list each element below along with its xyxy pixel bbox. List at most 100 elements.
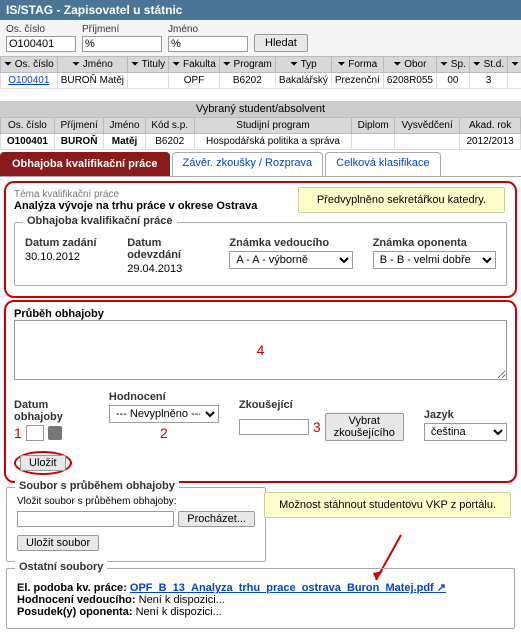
- ulozit-button[interactable]: Uložit: [20, 455, 66, 471]
- vybrat-zkousejiciho-button[interactable]: Vybrat zkoušejícího: [325, 413, 404, 441]
- fieldset-obhajoba: Obhajoba kvalifikační práce Datum zadání…: [14, 222, 507, 286]
- hodnoceni-select[interactable]: --- Nevyplněno ---: [109, 405, 219, 423]
- legend-obhajoba: Obhajoba kvalifikační práce: [23, 215, 177, 227]
- annotation-num-4: 4: [257, 342, 265, 358]
- tab-obhajoba[interactable]: Obhajoba kvalifikační práce: [0, 152, 170, 176]
- fieldset-ostatni: Ostatní soubory El. podoba kv. práce: OP…: [6, 568, 515, 629]
- cell-obor: 6208R055: [383, 73, 436, 89]
- annotation-num-1: 1: [14, 425, 22, 441]
- fieldset-soubor: Soubor s průběhem obhajoby Vložit soubor…: [6, 487, 266, 562]
- sel-col-os: Os. číslo: [1, 118, 55, 134]
- znamka-oponenta-label: Známka oponenta: [373, 237, 496, 249]
- datum-zadani-value: 30.10.2012: [25, 251, 107, 263]
- hodnoceni-ved-label: Hodnocení vedoucího:: [17, 594, 136, 606]
- ulozit-soubor-button[interactable]: Uložit soubor: [17, 535, 99, 551]
- sel-col-diplom: Diplom: [352, 118, 395, 134]
- fieldset-prubeh: Průběh obhajoby 4 Datum obhajoby 1 Hodno…: [14, 308, 507, 475]
- external-link-icon: ↗: [437, 582, 446, 594]
- jazyk-label: Jazyk: [424, 409, 507, 421]
- datum-obhajoby-input[interactable]: [26, 425, 44, 441]
- posudek-value: Není k dispozici...: [136, 606, 222, 618]
- soubor-hint: Vložit soubor s průběhem obhajoby:: [17, 496, 255, 507]
- sel-vysved: [394, 134, 459, 150]
- sel-col-vysved: Vysvědčení: [394, 118, 459, 134]
- prijmeni-input[interactable]: [82, 36, 162, 52]
- annotation-box-1: Téma kvalifikační práce Analýza vývoje n…: [4, 181, 517, 298]
- callout-vkp: Možnost stáhnout studentovu VKP z portál…: [264, 492, 511, 518]
- jazyk-select[interactable]: čeština: [424, 423, 507, 441]
- col-tituly[interactable]: ⏷ Tituly: [128, 57, 169, 73]
- znamka-oponenta-select[interactable]: B - B - velmi dobře: [373, 251, 496, 269]
- selected-table: Os. číslo Příjmení Jméno Kód s.p. Studij…: [0, 117, 521, 150]
- cell-typ: Bakalářský: [275, 73, 331, 89]
- search-button[interactable]: Hledat: [254, 34, 308, 52]
- annotation-num-3: 3: [313, 419, 321, 435]
- legend-ostatni: Ostatní soubory: [15, 561, 107, 573]
- cell-fakulta: OPF: [169, 73, 220, 89]
- sel-jmeno: Matěj: [104, 134, 145, 150]
- col-zkrob[interactable]: ⏷ Zkr.ob.: [508, 57, 521, 73]
- sel-diplom: [352, 134, 395, 150]
- callout-predvyplneno: Předvyplněno sekretářkou katedry.: [298, 187, 505, 213]
- cell-std: 3: [469, 73, 507, 89]
- datum-odevzdani-value: 29.04.2013: [127, 263, 209, 275]
- hodnoceni-label: Hodnocení: [109, 391, 219, 403]
- search-bar: Os. číslo Příjmení Jméno Hledat: [0, 20, 521, 56]
- calendar-icon[interactable]: [48, 426, 62, 440]
- table-row[interactable]: O100401 BUROŇ Matěj OPF B6202 Bakalářský…: [1, 73, 521, 89]
- col-os-cislo[interactable]: ⏷ Os. číslo: [1, 57, 58, 73]
- zkousejici-input[interactable]: [239, 419, 309, 435]
- znamka-vedouciho-label: Známka vedoucího: [229, 237, 352, 249]
- el-podoba-label: El. podoba kv. práce:: [17, 582, 127, 594]
- el-podoba-link[interactable]: OPF_B_13_Analyza_trhu_prace_ostrava_Buro…: [130, 582, 446, 594]
- os-cislo-link[interactable]: O100401: [8, 75, 49, 86]
- sel-col-jmeno: Jméno: [104, 118, 145, 134]
- cell-program: B6202: [219, 73, 275, 89]
- os-cislo-label: Os. číslo: [6, 24, 76, 35]
- jmeno-label: Jméno: [168, 24, 248, 35]
- cell-tituly: [128, 73, 169, 89]
- sel-col-prijmeni: Příjmení: [54, 118, 103, 134]
- soubor-path-input[interactable]: [17, 511, 174, 527]
- datum-obhajoby-label: Datum obhajoby: [14, 399, 89, 423]
- col-jmeno[interactable]: ⏷ Jméno: [57, 57, 127, 73]
- prubeh-legend: Průběh obhajoby: [14, 308, 104, 320]
- table-row: O100401 BUROŇ Matěj B6202 Hospodářská po…: [1, 134, 521, 150]
- znamka-vedouciho-select[interactable]: A - A - výborně: [229, 251, 352, 269]
- col-typ[interactable]: ⏷ Typ: [275, 57, 331, 73]
- col-obor[interactable]: ⏷ Obor: [383, 57, 436, 73]
- annotation-save-circle: Uložit: [14, 451, 72, 475]
- tab-klasifikace[interactable]: Celková klasifikace: [325, 152, 441, 176]
- annotation-box-2: Průběh obhajoby 4 Datum obhajoby 1 Hodno…: [4, 300, 517, 483]
- window-title: IS/STAG - Zapisovatel u státnic: [0, 0, 521, 20]
- sel-program: Hospodářská politika a správa: [194, 134, 352, 150]
- hodnoceni-ved-value: Není k dispozici...: [139, 594, 225, 606]
- cell-jmeno: BUROŇ Matěj: [57, 73, 127, 89]
- selected-heading: Vybraný student/absolvent: [0, 101, 521, 117]
- os-cislo-input[interactable]: [6, 36, 76, 52]
- sel-col-rok: Akad. rok: [460, 118, 521, 134]
- col-fakulta[interactable]: ⏷ Fakulta: [169, 57, 220, 73]
- prochazet-button[interactable]: Procházet...: [178, 511, 255, 527]
- col-forma[interactable]: ⏷ Forma: [331, 57, 383, 73]
- sel-rok: 2012/2013: [460, 134, 521, 150]
- cell-sp: 00: [437, 73, 470, 89]
- tab-zaver[interactable]: Závěr. zkoušky / Rozprava: [172, 152, 324, 176]
- sel-col-kod: Kód s.p.: [145, 118, 194, 134]
- results-table: ⏷ Os. číslo ⏷ Jméno ⏷ Tituly ⏷ Fakulta ⏷…: [0, 56, 521, 89]
- datum-zadani-label: Datum zadání: [25, 237, 107, 249]
- sel-os: O100401: [1, 134, 55, 150]
- tab-bar: Obhajoba kvalifikační práce Závěr. zkouš…: [0, 152, 521, 177]
- sel-kod: B6202: [145, 134, 194, 150]
- cell-forma: Prezenční: [331, 73, 383, 89]
- prijmeni-label: Příjmení: [82, 24, 162, 35]
- sel-prijmeni: BUROŇ: [54, 134, 103, 150]
- jmeno-input[interactable]: [168, 36, 248, 52]
- datum-odevzdani-label: Datum odevzdání: [127, 237, 209, 261]
- annotation-num-2: 2: [109, 425, 219, 441]
- col-sp[interactable]: ⏷ Sp.: [437, 57, 470, 73]
- cell-zkrob: VES: [508, 73, 521, 89]
- col-std[interactable]: ⏷ St.d.: [469, 57, 507, 73]
- sel-col-program: Studijní program: [194, 118, 352, 134]
- col-program[interactable]: ⏷ Program: [219, 57, 275, 73]
